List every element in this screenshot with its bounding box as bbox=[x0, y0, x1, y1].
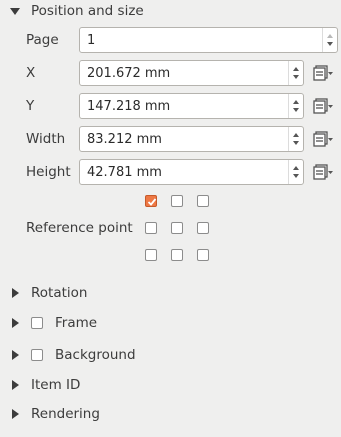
height-value: 42.781 mm bbox=[87, 164, 162, 180]
spin-down-icon[interactable] bbox=[327, 42, 333, 46]
background-checkbox[interactable] bbox=[31, 349, 43, 361]
height-spin-buttons[interactable] bbox=[288, 160, 303, 184]
reference-point-top-left-checkbox[interactable] bbox=[145, 195, 157, 207]
section-rotation-title: Rotation bbox=[31, 285, 88, 301]
section-rendering-header[interactable]: Rendering bbox=[10, 403, 100, 425]
reference-point-center-checkbox[interactable] bbox=[171, 222, 183, 234]
y-data-defined-override-icon[interactable] bbox=[312, 96, 334, 116]
x-spinbox[interactable]: 201.672 mm bbox=[79, 60, 304, 86]
spin-up-icon[interactable] bbox=[293, 100, 299, 104]
reference-point-middle-right-checkbox[interactable] bbox=[197, 222, 209, 234]
width-spinbox[interactable]: 83.212 mm bbox=[79, 126, 304, 152]
width-label: Width bbox=[26, 131, 66, 147]
width-value: 83.212 mm bbox=[87, 131, 162, 147]
y-value: 147.218 mm bbox=[87, 98, 171, 114]
section-frame-header[interactable]: Frame bbox=[10, 312, 97, 334]
x-label: X bbox=[26, 65, 36, 81]
y-label: Y bbox=[26, 98, 35, 114]
x-data-defined-override-icon[interactable] bbox=[312, 63, 334, 83]
reference-point-bottom-middle-checkbox[interactable] bbox=[171, 249, 183, 261]
section-position-size-title: Position and size bbox=[31, 3, 144, 19]
triangle-right-icon bbox=[12, 288, 19, 298]
reference-point-middle-left-checkbox[interactable] bbox=[145, 222, 157, 234]
triangle-right-icon bbox=[12, 409, 19, 419]
triangle-down-icon bbox=[10, 7, 20, 15]
spin-up-icon[interactable] bbox=[293, 67, 299, 71]
triangle-right-icon bbox=[12, 318, 19, 328]
width-data-defined-override-icon[interactable] bbox=[312, 129, 334, 149]
reference-point-bottom-right-checkbox[interactable] bbox=[197, 249, 209, 261]
page-value: 1 bbox=[87, 32, 96, 48]
spin-up-icon[interactable] bbox=[293, 166, 299, 170]
page-spinbox[interactable]: 1 bbox=[79, 27, 338, 53]
spin-down-icon[interactable] bbox=[293, 174, 299, 178]
page-label: Page bbox=[26, 32, 59, 48]
spin-down-icon[interactable] bbox=[293, 75, 299, 79]
section-frame-title: Frame bbox=[55, 315, 98, 331]
section-background-header[interactable]: Background bbox=[10, 344, 136, 366]
y-spin-buttons[interactable] bbox=[288, 94, 303, 118]
x-spin-buttons[interactable] bbox=[288, 61, 303, 85]
checkmark-icon bbox=[147, 198, 157, 206]
spin-up-icon[interactable] bbox=[327, 34, 333, 38]
section-item-id-header[interactable]: Item ID bbox=[10, 374, 80, 396]
frame-checkbox[interactable] bbox=[31, 317, 43, 329]
section-position-size-header[interactable]: Position and size bbox=[10, 0, 144, 22]
page-spin-buttons[interactable] bbox=[322, 28, 337, 52]
reference-point-top-right-checkbox[interactable] bbox=[197, 195, 209, 207]
reference-point-label: Reference point bbox=[26, 220, 133, 236]
width-spin-buttons[interactable] bbox=[288, 127, 303, 151]
section-rendering-title: Rendering bbox=[31, 406, 100, 422]
triangle-right-icon bbox=[12, 350, 19, 360]
section-background-title: Background bbox=[55, 347, 136, 363]
height-label: Height bbox=[26, 164, 71, 180]
height-spinbox[interactable]: 42.781 mm bbox=[79, 159, 304, 185]
y-spinbox[interactable]: 147.218 mm bbox=[79, 93, 304, 119]
spin-down-icon[interactable] bbox=[293, 108, 299, 112]
triangle-right-icon bbox=[12, 380, 19, 390]
reference-point-bottom-left-checkbox[interactable] bbox=[145, 249, 157, 261]
section-item-id-title: Item ID bbox=[31, 377, 81, 393]
x-value: 201.672 mm bbox=[87, 65, 171, 81]
section-rotation-header[interactable]: Rotation bbox=[10, 282, 87, 304]
spin-down-icon[interactable] bbox=[293, 141, 299, 145]
reference-point-top-middle-checkbox[interactable] bbox=[171, 195, 183, 207]
spin-up-icon[interactable] bbox=[293, 133, 299, 137]
height-data-defined-override-icon[interactable] bbox=[312, 162, 334, 182]
